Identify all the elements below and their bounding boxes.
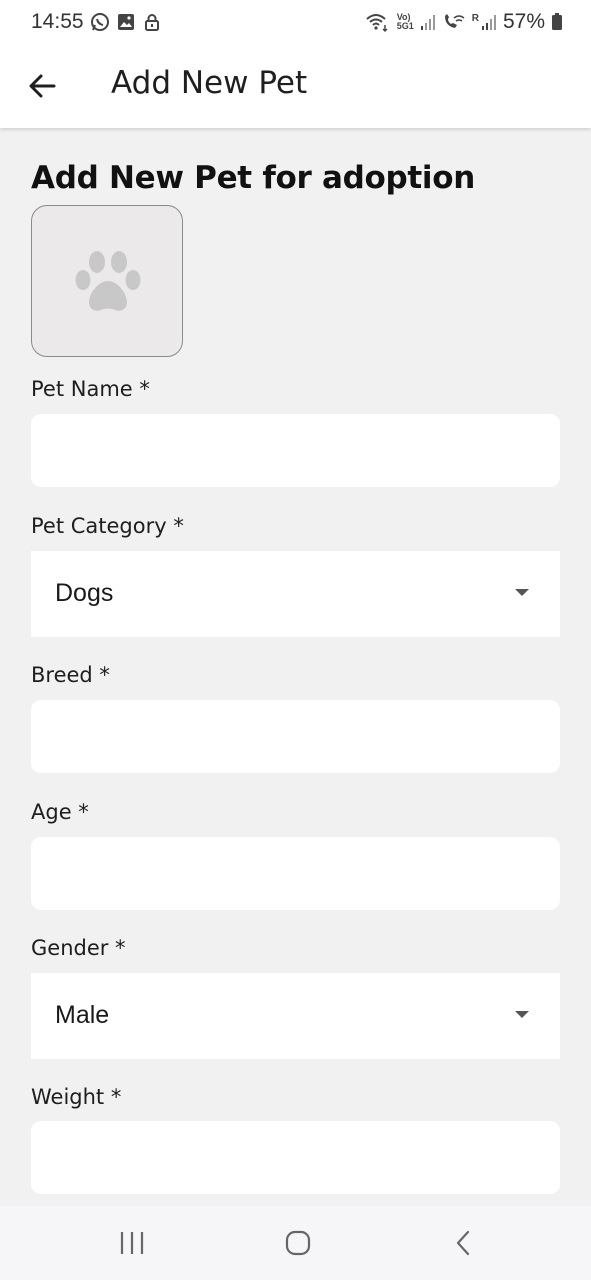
age-input[interactable] [31,837,560,910]
system-nav-bar [0,1206,591,1280]
home-icon[interactable] [283,1228,313,1258]
pet-name-input[interactable] [31,414,560,487]
lock-icon [145,14,159,31]
gender-label: Gender * [31,936,126,960]
roaming-label: R [471,12,479,24]
age-label: Age * [31,800,89,824]
pet-category-label: Pet Category * [31,514,184,538]
pet-name-label: Pet Name * [31,377,150,401]
wifi-calling-icon [444,14,465,28]
signal-icon [481,15,496,30]
battery-percent: 57% [502,10,545,33]
recent-apps-icon[interactable] [117,1228,147,1258]
paw-icon [75,251,141,311]
app-bar-title: Add New Pet [111,65,308,101]
arrow-left-icon[interactable] [24,66,64,106]
pet-category-value: Dogs [55,579,114,607]
breed-label: Breed * [31,663,110,687]
pet-image-picker[interactable] [31,205,183,357]
pet-category-select[interactable]: Dogs [31,551,560,637]
signal-icon [420,15,435,30]
status-bar: 14:55 Vo) 5G1 R 57% [0,0,591,46]
weight-input[interactable] [31,1121,560,1194]
gender-value: Male [55,1001,110,1029]
status-time: 14:55 [31,10,84,33]
gender-select[interactable]: Male [31,973,560,1059]
volte-bottom-label: 5G1 [396,21,414,31]
dropdown-arrow-icon [515,1011,529,1018]
app-bar: Add New Pet [0,46,591,128]
wifi-icon [366,14,388,33]
weight-label: Weight * [31,1085,122,1109]
battery-icon [552,13,562,30]
volte-icon: Vo) 5G1 [397,13,414,31]
dropdown-arrow-icon [515,589,529,596]
whatsapp-icon [91,13,109,31]
gallery-icon [118,14,134,30]
page-heading: Add New Pet for adoption [31,160,475,196]
breed-input[interactable] [31,700,560,773]
back-nav-icon[interactable] [449,1228,479,1258]
